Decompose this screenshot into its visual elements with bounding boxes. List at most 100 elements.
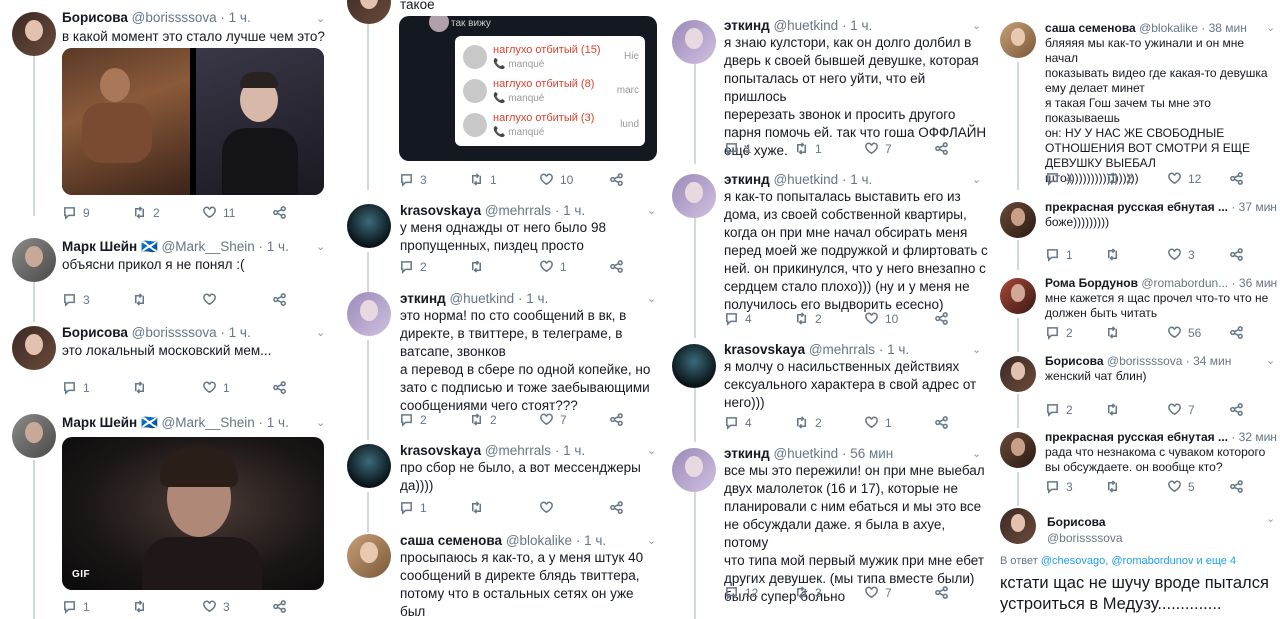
tweet-time[interactable]: · 1 ч.	[259, 415, 289, 430]
share-button[interactable]	[1229, 247, 1244, 262]
like-button[interactable]: 10	[539, 172, 573, 187]
like-button[interactable]: 10	[864, 311, 898, 326]
avatar[interactable]	[1000, 508, 1036, 544]
chevron-down-icon[interactable]: ⌄	[972, 173, 981, 186]
author-name[interactable]: саша семенова	[400, 533, 502, 548]
share-button[interactable]	[1229, 402, 1244, 417]
author-name[interactable]: Борисова	[1047, 515, 1106, 529]
author-name[interactable]: krasovskaya	[400, 203, 481, 218]
retweet-button[interactable]	[132, 292, 147, 307]
author-name[interactable]: krasovskaya	[724, 342, 805, 357]
author-name[interactable]: Рома Бордунов	[1045, 276, 1138, 290]
tweet[interactable]: саша семенова @blokalike · 38 мин ⌄ бляя…	[992, 16, 1280, 194]
author-name[interactable]: прекрасная русская ебнутая ...	[1045, 200, 1228, 214]
tweet-media[interactable]: так вижу наглухо отбитый (15) 📞 manqué Hie…	[399, 16, 657, 161]
tweet-time[interactable]: · 1 ч.	[555, 443, 585, 458]
like-button[interactable]: 1	[539, 259, 567, 274]
author-handle[interactable]: @borissssova	[1047, 531, 1123, 545]
chevron-down-icon[interactable]: ⌄	[647, 534, 656, 547]
like-button[interactable]: 3	[1167, 247, 1195, 262]
chevron-down-icon[interactable]: ⌄	[316, 326, 325, 339]
chevron-down-icon[interactable]: ⌄	[647, 292, 656, 305]
focused-tweet[interactable]: Борисова @borissssova ⌄ В ответ @chesovag…	[992, 502, 1280, 619]
avatar[interactable]	[12, 326, 56, 370]
share-button[interactable]	[272, 205, 287, 220]
author-name[interactable]: прекрасная русская ебнутая ...	[1045, 430, 1228, 444]
tweet-time[interactable]: · 1 ч.	[842, 18, 872, 33]
retweet-button[interactable]: 1	[469, 172, 497, 187]
like-button[interactable]: 1	[202, 380, 230, 395]
author-handle[interactable]: @huetkind	[773, 446, 838, 461]
tweet-media[interactable]	[62, 48, 324, 195]
reply-button[interactable]: 4	[724, 415, 752, 430]
retweet-button[interactable]	[1105, 402, 1120, 417]
author-handle[interactable]: @mehrrals	[485, 443, 551, 458]
avatar[interactable]	[12, 12, 56, 56]
share-button[interactable]	[1229, 479, 1244, 494]
like-button[interactable]: 7	[864, 585, 892, 600]
chevron-down-icon[interactable]: ⌄	[316, 12, 325, 25]
retweet-button[interactable]: 2	[132, 205, 160, 220]
share-button[interactable]	[934, 415, 949, 430]
tweet[interactable]: krasovskaya @mehrrals · 1 ч. ⌄ я молчу о…	[667, 336, 990, 436]
share-button[interactable]	[272, 292, 287, 307]
retweet-button[interactable]: 2	[794, 311, 822, 326]
avatar[interactable]	[672, 174, 716, 218]
tweet[interactable]: эткинд @huetkind · 1 ч. ⌄ это норма! по …	[337, 284, 661, 436]
chevron-down-icon[interactable]: ⌄	[316, 416, 325, 429]
like-button[interactable]: 3	[202, 599, 230, 614]
tweet[interactable]: такое так вижу наглухо отбитый (15) 📞 man…	[337, 0, 661, 196]
tweet[interactable]: эткинд @huetkind · 1 ч. ⌄ я знаю кулстор…	[667, 12, 990, 164]
avatar[interactable]	[1000, 432, 1036, 468]
reply-button[interactable]: 2	[1045, 402, 1073, 417]
tweet-time[interactable]: · 38 мин	[1201, 21, 1247, 35]
avatar[interactable]	[672, 20, 716, 64]
author-handle[interactable]: @blokalike	[506, 533, 572, 548]
tweet[interactable]: Борисова @borissssova · 1 ч. ⌄ это локал…	[0, 318, 333, 406]
chevron-down-icon[interactable]: ⌄	[1266, 21, 1275, 34]
reply-button[interactable]: 4	[1045, 171, 1073, 186]
tweet-time[interactable]: · 56 мин	[842, 446, 893, 461]
like-button[interactable]	[202, 292, 217, 307]
reply-button[interactable]: 1	[62, 380, 90, 395]
reply-button[interactable]: 3	[1045, 479, 1073, 494]
retweet-button[interactable]	[132, 380, 147, 395]
author-name[interactable]: krasovskaya	[400, 443, 481, 458]
author-handle[interactable]: @Mark__Shein	[162, 239, 255, 254]
reply-button[interactable]: 1	[399, 500, 427, 515]
avatar[interactable]	[347, 0, 391, 24]
chevron-down-icon[interactable]: ⌄	[316, 240, 325, 253]
author-handle[interactable]: @mehrrals	[485, 203, 551, 218]
share-button[interactable]	[1229, 171, 1244, 186]
reply-mentions-link[interactable]: @chesovago, @romabordunov и еще 4	[1041, 555, 1236, 567]
tweet-time[interactable]: · 34 мин	[1186, 354, 1232, 368]
reply-button[interactable]: 4	[724, 311, 752, 326]
share-button[interactable]	[934, 311, 949, 326]
chevron-down-icon[interactable]: ⌄	[972, 19, 981, 32]
author-name[interactable]: саша семенова	[1045, 21, 1136, 35]
tweet-time[interactable]: · 1 ч.	[555, 203, 585, 218]
share-button[interactable]	[609, 500, 624, 515]
avatar[interactable]	[672, 448, 716, 492]
retweet-button[interactable]: 2	[469, 412, 497, 427]
author-name[interactable]: Борисова	[62, 325, 128, 340]
tweet[interactable]: krasovskaya @mehrrals · 1 ч. ⌄ про сбор …	[337, 436, 661, 526]
share-button[interactable]	[272, 380, 287, 395]
chevron-down-icon[interactable]: ⌄	[1266, 200, 1275, 213]
like-button[interactable]: 7	[864, 141, 892, 156]
like-button[interactable]: 12	[1167, 171, 1201, 186]
retweet-button[interactable]	[469, 259, 484, 274]
photo-left[interactable]	[62, 48, 190, 195]
share-button[interactable]	[934, 585, 949, 600]
avatar[interactable]	[1000, 278, 1036, 314]
retweet-button[interactable]	[1105, 325, 1120, 340]
author-handle[interactable]: @borissssova	[132, 10, 217, 25]
tweet[interactable]: эткинд @huetkind · 1 ч. ⌄ я как-то попыт…	[667, 166, 990, 336]
tweet[interactable]: krasovskaya @mehrrals · 1 ч. ⌄ у меня од…	[337, 196, 661, 284]
author-handle[interactable]: @borissssova	[132, 325, 217, 340]
author-handle[interactable]: @Mark__Shein	[162, 415, 255, 430]
retweet-button[interactable]	[469, 500, 484, 515]
reply-button[interactable]: 3	[399, 172, 427, 187]
avatar[interactable]	[347, 292, 391, 336]
like-button[interactable]	[539, 500, 554, 515]
